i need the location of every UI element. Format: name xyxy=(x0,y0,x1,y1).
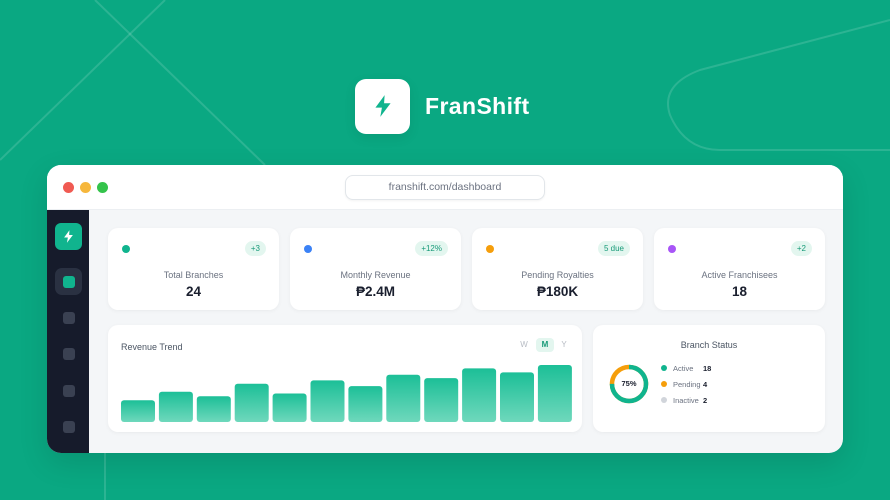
square-icon xyxy=(62,420,75,433)
legend-label: Inactive xyxy=(673,395,699,405)
legend-count: 2 xyxy=(703,395,708,405)
window-titlebar: franshift.com/dashboard xyxy=(47,165,843,210)
status-dot xyxy=(304,245,312,253)
minimize-window-button[interactable] xyxy=(80,182,91,193)
lightning-bolt-icon xyxy=(355,78,410,134)
status-dot xyxy=(122,245,130,253)
revenue-bar xyxy=(500,372,534,422)
status-dot xyxy=(668,245,676,253)
revenue-bar xyxy=(272,393,307,422)
close-window-button[interactable] xyxy=(63,182,74,193)
square-icon xyxy=(62,347,75,360)
stat-card-monthly-revenue[interactable]: +12% Monthly Revenue ₱2.4M xyxy=(290,228,461,310)
sidebar-item-5[interactable] xyxy=(55,413,82,440)
square-icon xyxy=(62,275,75,288)
revenue-bar xyxy=(424,378,459,422)
branch-status-title: Branch Status xyxy=(680,340,738,350)
stat-card-total-branches[interactable]: +3 Total Branches 24 xyxy=(108,228,279,310)
url-bar[interactable]: franshift.com/dashboard xyxy=(345,175,545,200)
revenue-bar xyxy=(462,368,497,422)
stat-label: Pending Royalties xyxy=(521,270,594,280)
revenue-bar xyxy=(537,365,572,422)
revenue-bar xyxy=(386,374,421,422)
sidebar-item-2[interactable] xyxy=(55,304,82,331)
change-badge: +12% xyxy=(415,241,448,256)
legend-count: 4 xyxy=(703,379,708,389)
revenue-bar xyxy=(196,396,231,422)
revenue-bar xyxy=(310,380,345,422)
revenue-bar xyxy=(234,383,269,422)
branch-status-card: Branch Status 75% Active 18 Pending 4 In… xyxy=(593,325,825,432)
legend-label: Pending xyxy=(673,379,701,389)
stat-card-active-franchisees[interactable]: +2 Active Franchisees 18 xyxy=(654,228,825,310)
donut-percent-label: 75% xyxy=(621,379,637,388)
legend-item-pending: Pending 4 xyxy=(661,378,707,390)
revenue-trend-card: Revenue Trend W M Y xyxy=(108,325,582,432)
legend-dot xyxy=(661,397,667,403)
revenue-bar xyxy=(121,400,155,422)
revenue-bar xyxy=(348,386,383,422)
change-badge: +2 xyxy=(790,241,812,256)
legend-label: Active xyxy=(673,363,694,373)
legend-dot xyxy=(661,365,667,371)
status-dot xyxy=(486,245,494,253)
legend-item-active: Active 18 xyxy=(661,362,711,374)
stat-label: Monthly Revenue xyxy=(340,270,411,280)
legend-item-inactive: Inactive 2 xyxy=(661,394,707,406)
stat-label: Active Franchisees xyxy=(701,270,778,280)
brand: FranShift xyxy=(355,78,530,134)
sidebar-item-dashboard[interactable] xyxy=(55,268,82,295)
stat-value: 18 xyxy=(731,284,748,299)
stat-value: 24 xyxy=(185,284,202,299)
brand-name: FranShift xyxy=(425,92,530,119)
change-badge: +3 xyxy=(244,241,266,256)
lightning-bolt-icon[interactable] xyxy=(55,223,82,250)
stat-card-pending-royalties[interactable]: 5 due Pending Royalties ₱180K xyxy=(472,228,643,310)
sidebar-item-3[interactable] xyxy=(55,340,82,367)
legend-count: 18 xyxy=(703,363,712,373)
legend-dot xyxy=(661,381,667,387)
square-icon xyxy=(62,384,75,397)
revenue-bar-chart xyxy=(121,365,572,422)
stat-label: Total Branches xyxy=(163,270,224,280)
sidebar xyxy=(47,210,89,453)
stat-value: ₱2.4M xyxy=(355,284,396,299)
sidebar-item-4[interactable] xyxy=(55,377,82,404)
app-window: franshift.com/dashboard +3 Total Branche… xyxy=(47,165,843,453)
stat-value: ₱180K xyxy=(536,284,579,299)
revenue-bar xyxy=(158,391,193,422)
square-icon xyxy=(62,311,75,324)
maximize-window-button[interactable] xyxy=(97,182,108,193)
change-badge: 5 due xyxy=(597,241,630,256)
